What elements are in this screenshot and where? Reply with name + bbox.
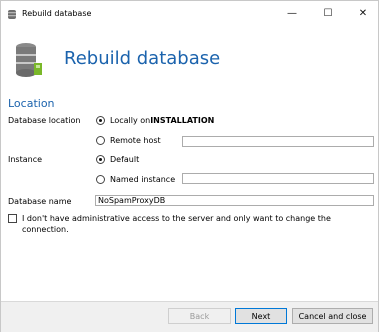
footer-bar: Back Next Cancel and close xyxy=(1,301,378,332)
radio-remote-label: Remote host xyxy=(110,136,161,145)
radio-default-label: Default xyxy=(110,155,140,164)
next-button[interactable]: Next xyxy=(235,308,287,324)
window-title: Rebuild database xyxy=(22,9,92,18)
maximize-button[interactable]: ☐ xyxy=(316,5,340,23)
dialog-window: Rebuild database — ☐ ✕ Rebuild database … xyxy=(0,0,379,332)
page-title: Rebuild database xyxy=(64,48,221,69)
radio-unchecked-indicator xyxy=(96,175,105,184)
close-button[interactable]: ✕ xyxy=(351,5,375,23)
database-location-label: Database location xyxy=(8,116,81,125)
radio-locally[interactable]: Locally on INSTALLATION xyxy=(96,116,214,125)
instance-label: Instance xyxy=(8,155,43,164)
radio-named-instance[interactable]: Named instance xyxy=(96,175,175,184)
cancel-and-close-button[interactable]: Cancel and close xyxy=(292,308,373,324)
database-name-input[interactable]: NoSpamProxyDB xyxy=(95,195,374,206)
database-icon xyxy=(9,41,47,81)
database-name-label: Database name xyxy=(8,197,72,206)
radio-remote-host[interactable]: Remote host xyxy=(96,136,161,145)
back-button[interactable]: Back xyxy=(168,308,231,324)
minimize-button[interactable]: — xyxy=(280,5,304,23)
radio-unchecked-indicator xyxy=(96,136,105,145)
radio-default[interactable]: Default xyxy=(96,155,139,164)
radio-checked-indicator xyxy=(96,155,105,164)
database-icon xyxy=(7,9,17,22)
radio-locally-prefix: Locally on xyxy=(110,116,151,125)
named-instance-input[interactable] xyxy=(182,173,374,184)
radio-locally-host: INSTALLATION xyxy=(150,116,215,125)
section-title-location: Location xyxy=(8,97,55,110)
admin-access-label: I don't have administrative access to th… xyxy=(22,214,331,234)
radio-named-label: Named instance xyxy=(110,175,176,184)
title-bar: Rebuild database — ☐ ✕ xyxy=(1,1,378,28)
radio-checked-indicator xyxy=(96,116,105,125)
admin-access-checkbox[interactable] xyxy=(8,214,17,223)
remote-host-input[interactable] xyxy=(182,136,374,147)
